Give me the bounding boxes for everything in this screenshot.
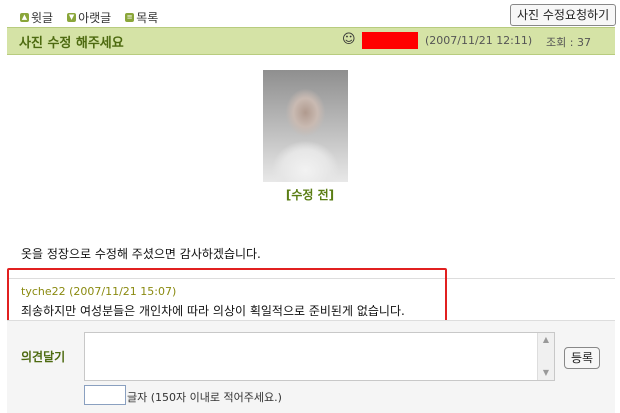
photo-edit-request-button[interactable]: 사진 수정요청하기 — [510, 4, 617, 26]
comment-form-label: 의견달기 — [21, 350, 66, 364]
photo-caption: [수정 전] — [285, 188, 335, 202]
comment-form: 의견달기 ▲ ▼ 등록 글자 (150자 이내로 적어주세요.) — [7, 320, 615, 413]
prev-post-link[interactable]: ▲ 윗글 — [20, 9, 53, 26]
post-title-bar: 사진 수정 해주세요 ☺ (2007/11/21 12:11) 조회 : 37 — [7, 27, 615, 55]
view-count: 조회 : 37 — [546, 36, 591, 49]
next-post-label: 아랫글 — [78, 11, 112, 25]
author-redacted — [362, 32, 418, 49]
comment-highlight: tyche22 (2007/11/21 15:07) 죄송하지만 여성분들은 개… — [7, 268, 447, 328]
comment-meta: tyche22 (2007/11/21 15:07) — [21, 285, 177, 298]
list-link[interactable]: ≡ 목록 — [125, 9, 158, 26]
list-label: 목록 — [136, 11, 159, 25]
list-icon: ≡ — [125, 13, 135, 22]
char-count-input[interactable] — [84, 385, 126, 405]
top-navigation: ▲ 윗글 ▼ 아랫글 ≡ 목록 — [20, 9, 158, 26]
prev-post-label: 윗글 — [31, 11, 54, 25]
post-date: (2007/11/21 12:11) — [425, 34, 533, 47]
textarea-scrollbar[interactable]: ▲ ▼ — [537, 333, 554, 380]
comment-textarea[interactable]: ▲ ▼ — [84, 332, 555, 381]
scroll-up-icon[interactable]: ▲ — [538, 333, 554, 347]
comment-text: 죄송하지만 여성분들은 개인차에 따라 의상이 획일적으로 준비된게 없습니다. — [21, 304, 405, 318]
profile-photo — [263, 70, 348, 182]
next-post-link[interactable]: ▼ 아랫글 — [67, 9, 111, 26]
scroll-down-icon[interactable]: ▼ — [538, 366, 554, 380]
post-body: 옷을 정장으로 수정해 주셨으면 감사하겠습니다. — [21, 247, 261, 261]
post-title: 사진 수정 해주세요 — [19, 36, 124, 51]
submit-comment-button[interactable]: 등록 — [564, 347, 601, 369]
up-arrow-icon: ▲ — [20, 13, 29, 22]
char-count-note: 글자 (150자 이내로 적어주세요.) — [127, 391, 282, 404]
smiley-icon: ☺ — [342, 32, 356, 47]
down-arrow-icon: ▼ — [67, 13, 77, 22]
